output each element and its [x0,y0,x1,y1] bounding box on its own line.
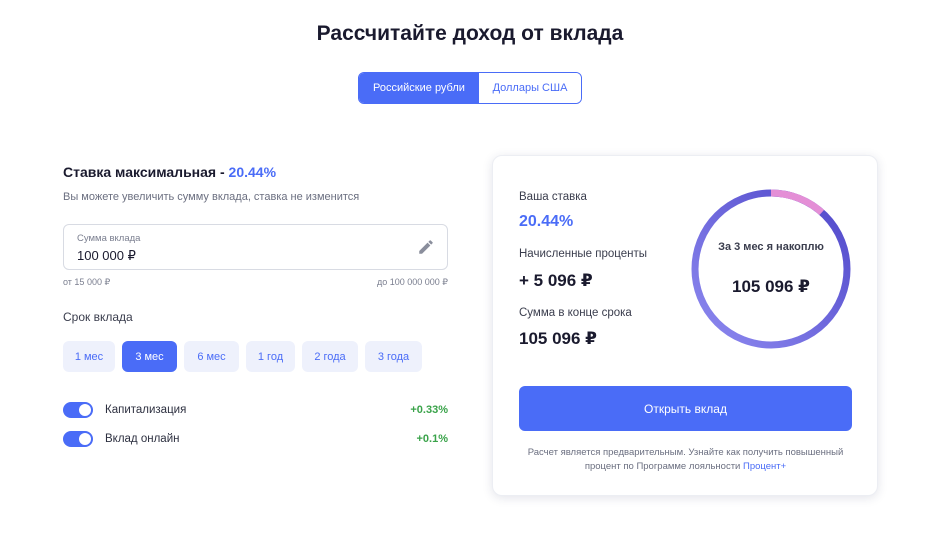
pencil-icon[interactable] [417,238,435,256]
term-label: Срок вклада [63,310,133,324]
online-deposit-bonus: +0.1% [416,433,449,445]
amount-min: от 15 000 ₽ [63,277,111,287]
loyalty-program-link[interactable]: Процент+ [743,461,786,472]
page-title: Рассчитайте доход от вклада [316,22,624,45]
ring-value: 105 096 ₽ [731,277,810,296]
total-label: Сумма в конце срока [519,307,632,319]
total-value: 105 096 ₽ [519,329,598,348]
savings-ring-principal [691,189,851,349]
ring-caption: За 3 мес я накоплю [718,241,824,253]
amount-field-value[interactable]: 100 000 ₽ [77,248,136,264]
result-card: Ваша ставка 20.44% Начисленные проценты … [492,155,878,496]
capitalization-toggle[interactable] [63,402,93,418]
rate-heading-label: Ставка максимальная - [63,164,229,180]
term-option-3y[interactable]: 3 года [365,341,422,372]
capitalization-bonus: +0.33% [410,404,448,416]
online-deposit-toggle[interactable] [63,431,93,447]
term-option-3m[interactable]: 3 мес [122,341,177,372]
currency-usd-tab[interactable]: Доллары США [479,73,581,103]
term-option-1y[interactable]: 1 год [246,341,295,372]
amount-field-label: Сумма вклада [77,233,141,244]
capitalization-label: Капитализация [105,404,187,416]
your-rate-value: 20.44% [519,213,574,230]
currency-switch: Российские рубли Доллары США [358,72,582,104]
disclaimer-note: Расчет является предварительным. Узнайте… [519,446,852,474]
online-deposit-row: Вклад онлайн +0.1% [63,430,448,448]
capitalization-row: Капитализация +0.33% [63,401,448,419]
rate-heading: Ставка максимальная - 20.44% [63,164,276,180]
amount-field[interactable]: Сумма вклада 100 000 ₽ [63,224,448,270]
amount-max: до 100 000 000 ₽ [376,277,448,287]
savings-ring [691,189,851,349]
term-option-1m[interactable]: 1 мес [63,341,115,372]
term-option-6m[interactable]: 6 мес [184,341,239,372]
online-deposit-label: Вклад онлайн [105,433,180,445]
interest-label: Начисленные проценты [519,248,648,260]
rate-subtitle: Вы можете увеличить сумму вклада, ставка… [63,191,360,203]
rate-heading-value: 20.44% [228,164,277,180]
term-option-2y[interactable]: 2 года [302,341,358,372]
your-rate-label: Ваша ставка [519,191,587,203]
term-options: 1 мес 3 мес 6 мес 1 год 2 года 3 года [63,341,429,372]
open-deposit-button[interactable]: Открыть вклад [519,386,852,431]
currency-rub-tab[interactable]: Российские рубли [359,73,479,103]
disclaimer-text: Расчет является предварительным. Узнайте… [527,447,844,472]
interest-value: + 5 096 ₽ [519,271,593,290]
